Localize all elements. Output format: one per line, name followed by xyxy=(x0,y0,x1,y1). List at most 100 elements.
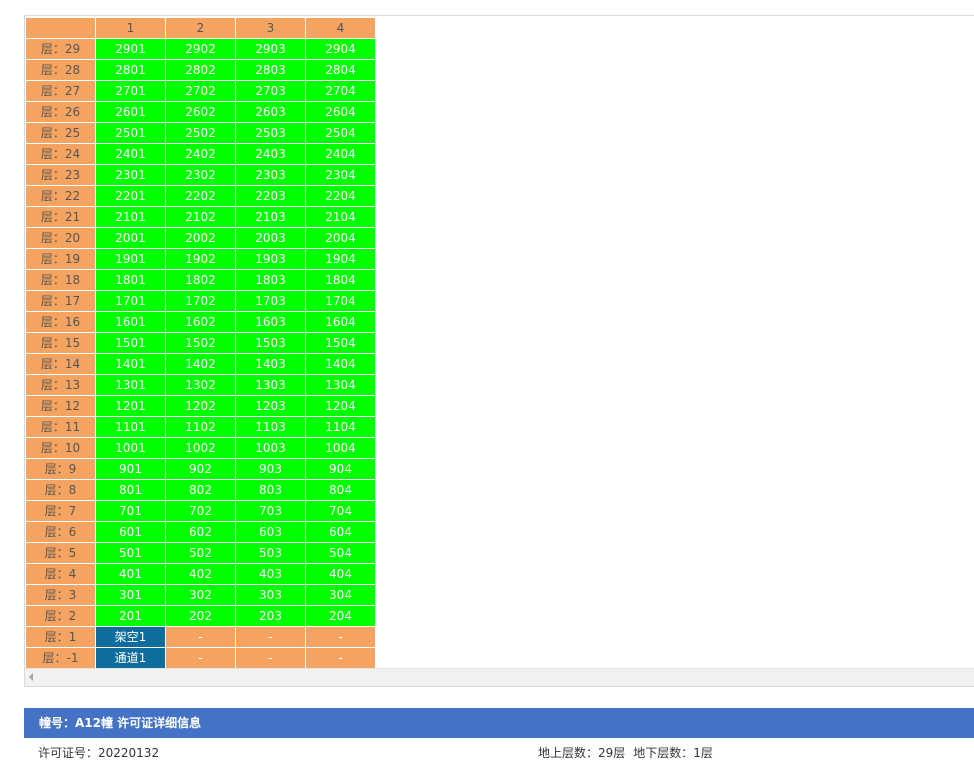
unit-cell[interactable]: 1201 xyxy=(95,395,166,417)
unit-cell[interactable]: 602 xyxy=(165,521,236,543)
unit-cell[interactable]: 2003 xyxy=(235,227,306,249)
unit-cell[interactable]: 1003 xyxy=(235,437,306,459)
unit-cell[interactable]: 503 xyxy=(235,542,306,564)
unit-cell[interactable]: 2804 xyxy=(305,59,376,81)
unit-cell[interactable]: 1503 xyxy=(235,332,306,354)
unit-cell[interactable]: 2704 xyxy=(305,80,376,102)
unit-cell[interactable]: 2303 xyxy=(235,164,306,186)
unit-cell[interactable]: 1203 xyxy=(235,395,306,417)
unit-cell[interactable]: 2104 xyxy=(305,206,376,228)
unit-cell[interactable]: 1902 xyxy=(165,248,236,270)
unit-cell[interactable]: 2801 xyxy=(95,59,166,81)
unit-cell[interactable]: 2004 xyxy=(305,227,376,249)
unit-cell[interactable]: 1403 xyxy=(235,353,306,375)
unit-cell[interactable]: 2902 xyxy=(165,38,236,60)
unit-cell[interactable]: 2603 xyxy=(235,101,306,123)
unit-cell[interactable]: 804 xyxy=(305,479,376,501)
unit-cell[interactable]: 1302 xyxy=(165,374,236,396)
unit-cell[interactable]: 903 xyxy=(235,458,306,480)
unit-cell[interactable]: 2403 xyxy=(235,143,306,165)
unit-cell[interactable]: 2201 xyxy=(95,185,166,207)
unit-cell[interactable]: 504 xyxy=(305,542,376,564)
unit-cell[interactable]: 401 xyxy=(95,563,166,585)
unit-cell[interactable]: 203 xyxy=(235,605,306,627)
unit-cell[interactable]: 2503 xyxy=(235,122,306,144)
unit-cell[interactable]: 403 xyxy=(235,563,306,585)
unit-cell[interactable]: 603 xyxy=(235,521,306,543)
unit-cell[interactable]: 1704 xyxy=(305,290,376,312)
unit-cell[interactable]: 1504 xyxy=(305,332,376,354)
unit-cell[interactable]: 2501 xyxy=(95,122,166,144)
unit-cell[interactable]: 601 xyxy=(95,521,166,543)
unit-cell[interactable]: 1004 xyxy=(305,437,376,459)
unit-cell[interactable]: 1802 xyxy=(165,269,236,291)
unit-cell[interactable]: 2602 xyxy=(165,101,236,123)
unit-cell[interactable]: 2601 xyxy=(95,101,166,123)
unit-cell[interactable]: 1002 xyxy=(165,437,236,459)
unit-cell[interactable]: 801 xyxy=(95,479,166,501)
unit-cell[interactable]: 301 xyxy=(95,584,166,606)
unit-cell[interactable]: 1001 xyxy=(95,437,166,459)
unit-cell[interactable]: 703 xyxy=(235,500,306,522)
unit-cell[interactable]: 2504 xyxy=(305,122,376,144)
unit-cell[interactable]: 2204 xyxy=(305,185,376,207)
unit-cell[interactable]: 1702 xyxy=(165,290,236,312)
unit-cell[interactable]: 1301 xyxy=(95,374,166,396)
unit-cell[interactable]: 2002 xyxy=(165,227,236,249)
unit-cell[interactable]: 2402 xyxy=(165,143,236,165)
unit-cell[interactable]: 通道1 xyxy=(95,647,166,669)
unit-cell[interactable]: 2802 xyxy=(165,59,236,81)
unit-cell[interactable]: 1204 xyxy=(305,395,376,417)
unit-cell[interactable]: 2502 xyxy=(165,122,236,144)
unit-cell[interactable]: 1703 xyxy=(235,290,306,312)
unit-cell[interactable]: 803 xyxy=(235,479,306,501)
unit-cell[interactable]: 2803 xyxy=(235,59,306,81)
unit-cell[interactable]: 1304 xyxy=(305,374,376,396)
unit-cell[interactable]: 304 xyxy=(305,584,376,606)
unit-cell[interactable]: 2401 xyxy=(95,143,166,165)
unit-cell[interactable]: 1102 xyxy=(165,416,236,438)
unit-cell[interactable]: 1804 xyxy=(305,269,376,291)
unit-cell[interactable]: 2702 xyxy=(165,80,236,102)
unit-cell[interactable]: 302 xyxy=(165,584,236,606)
unit-cell[interactable]: 202 xyxy=(165,605,236,627)
unit-cell[interactable]: 704 xyxy=(305,500,376,522)
unit-cell[interactable]: 1901 xyxy=(95,248,166,270)
unit-cell[interactable]: 1202 xyxy=(165,395,236,417)
unit-cell[interactable]: 904 xyxy=(305,458,376,480)
unit-cell[interactable]: 1604 xyxy=(305,311,376,333)
unit-cell[interactable]: 1404 xyxy=(305,353,376,375)
unit-cell[interactable]: 402 xyxy=(165,563,236,585)
unit-cell[interactable]: 1903 xyxy=(235,248,306,270)
unit-cell[interactable]: 2001 xyxy=(95,227,166,249)
unit-cell[interactable]: 1501 xyxy=(95,332,166,354)
unit-cell[interactable]: 1401 xyxy=(95,353,166,375)
unit-cell[interactable]: 2304 xyxy=(305,164,376,186)
scroll-left-arrow-icon[interactable] xyxy=(29,673,33,681)
unit-cell[interactable]: 2101 xyxy=(95,206,166,228)
unit-cell[interactable]: 1603 xyxy=(235,311,306,333)
unit-cell[interactable]: 2102 xyxy=(165,206,236,228)
unit-cell[interactable]: 204 xyxy=(305,605,376,627)
unit-cell[interactable]: 2904 xyxy=(305,38,376,60)
unit-cell[interactable]: 1303 xyxy=(235,374,306,396)
unit-cell[interactable]: 501 xyxy=(95,542,166,564)
unit-cell[interactable]: 604 xyxy=(305,521,376,543)
unit-cell[interactable]: 2301 xyxy=(95,164,166,186)
unit-cell[interactable]: 404 xyxy=(305,563,376,585)
unit-cell[interactable]: 1101 xyxy=(95,416,166,438)
unit-cell[interactable]: 2302 xyxy=(165,164,236,186)
unit-cell[interactable]: 2903 xyxy=(235,38,306,60)
unit-cell[interactable]: 1701 xyxy=(95,290,166,312)
unit-cell[interactable]: 2103 xyxy=(235,206,306,228)
unit-cell[interactable]: 201 xyxy=(95,605,166,627)
unit-cell[interactable]: 2604 xyxy=(305,101,376,123)
unit-cell[interactable]: 1801 xyxy=(95,269,166,291)
unit-cell[interactable]: 901 xyxy=(95,458,166,480)
unit-cell[interactable]: 1803 xyxy=(235,269,306,291)
unit-cell[interactable]: 1602 xyxy=(165,311,236,333)
unit-cell[interactable]: 802 xyxy=(165,479,236,501)
unit-cell[interactable]: 2203 xyxy=(235,185,306,207)
unit-cell[interactable]: 1502 xyxy=(165,332,236,354)
unit-cell[interactable]: 架空1 xyxy=(95,626,166,648)
